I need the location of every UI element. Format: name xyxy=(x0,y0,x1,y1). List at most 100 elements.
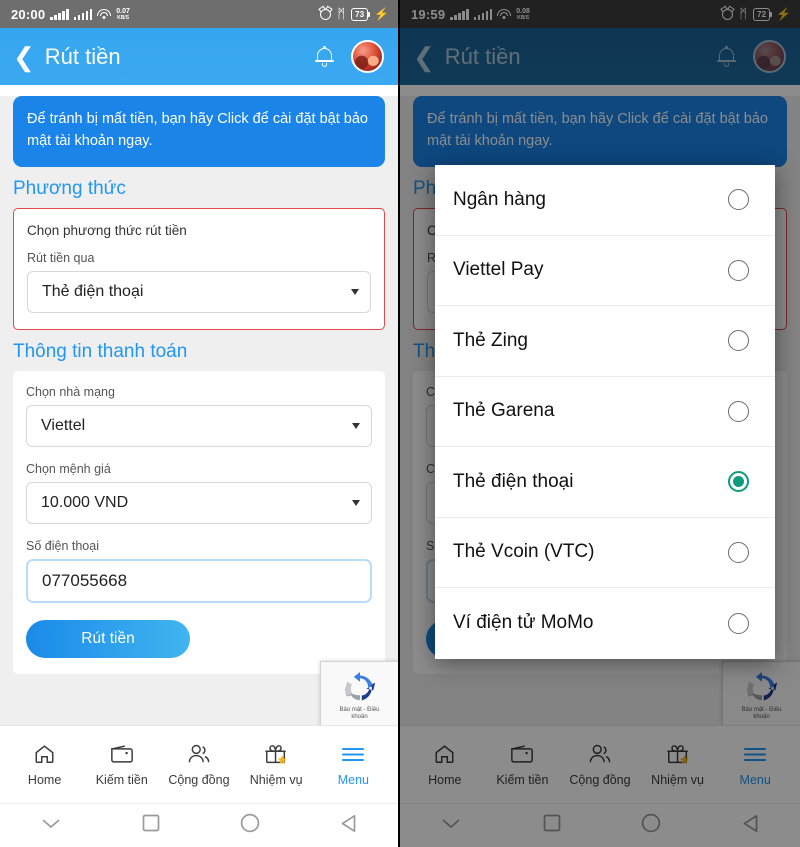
dropdown-option[interactable]: Thẻ Zing xyxy=(435,306,775,377)
screen-right: 19:59 0.08 KB/S ᛗ 72 ⚡ ❮ Rút tiền Để trá… xyxy=(400,0,800,847)
status-time: 19:59 xyxy=(411,6,446,22)
dropdown-option[interactable]: Thẻ điện thoại xyxy=(435,447,775,518)
network-speed: 0.07 KB/S xyxy=(116,8,130,21)
denomination-field: Chọn mệnh giá 10.000 VND xyxy=(26,462,372,524)
phone-field: Số điện thoại 077055668 xyxy=(26,539,372,603)
back-chevron-icon[interactable]: ❮ xyxy=(13,44,35,70)
withdraw-method-card: Chọn phương thức rút tiền Rút tiền qua T… xyxy=(13,207,385,330)
recaptcha-caption-line1: Bảo mật - Điều xyxy=(741,706,782,713)
dropdown-option[interactable]: Ví điện tử MoMo xyxy=(435,588,775,659)
carrier-field: Chọn nhà mạng Viettel xyxy=(26,385,372,447)
wallet-icon xyxy=(510,742,534,766)
nav-label-earn: Kiếm tiền xyxy=(95,773,148,787)
home-circle-icon[interactable] xyxy=(240,813,260,838)
security-notice-banner[interactable]: Để tránh bị mất tiền, bạn hãy Click để c… xyxy=(13,96,385,167)
page-title: Rút tiền xyxy=(44,43,121,69)
dropdown-option-label: Viettel Pay xyxy=(453,259,544,281)
nav-label-menu: Menu xyxy=(739,773,771,787)
nav-label-tasks: Nhiệm vụ xyxy=(651,773,704,787)
gift-icon xyxy=(264,742,288,766)
recents-square-icon[interactable] xyxy=(543,814,561,837)
status-bar-right: ᛗ 72 ⚡ xyxy=(722,7,791,21)
screenshot-root: 20:00 0.07 KB/S ᛗ 73 ⚡ ❮ Rút tiền Để trá… xyxy=(0,0,800,847)
community-icon xyxy=(588,742,612,766)
dropdown-option[interactable]: Viettel Pay xyxy=(435,236,775,306)
bottom-navigation: Home Kiếm tiền Cộng đồng Nhiệm vụ Menu xyxy=(400,725,800,803)
network-speed-unit: KB/S xyxy=(517,14,530,21)
recaptcha-badge[interactable]: Bảo mật - Điều khoản xyxy=(722,661,800,731)
nav-item-tasks[interactable]: Nhiệm vụ xyxy=(642,742,714,787)
recaptcha-caption: Bảo mật - Điều khoản xyxy=(741,707,781,721)
nav-item-tasks[interactable]: Nhiệm vụ xyxy=(240,742,312,787)
alarm-clock-icon xyxy=(320,8,332,20)
signal-bars-icon xyxy=(450,8,469,20)
radio-unselected-icon[interactable] xyxy=(728,259,749,281)
section-title-method: Phương thức xyxy=(13,177,126,199)
withdraw-submit-button[interactable]: Rút tiền xyxy=(26,619,190,658)
status-bar: 20:00 0.07 KB/S ᛗ 73 ⚡ xyxy=(0,0,398,28)
carrier-value: Viettel xyxy=(41,416,86,434)
signal-bars-icon xyxy=(50,8,69,20)
nav-item-earn[interactable]: Kiếm tiền xyxy=(86,742,158,787)
network-speed-value: 0.08 xyxy=(516,7,530,15)
app-bar: ❮ Rút tiền xyxy=(400,28,800,85)
status-bar-right: ᛗ 73 ⚡ xyxy=(320,6,389,22)
withdraw-method-select[interactable]: Thẻ điện thoại xyxy=(27,270,371,313)
chevron-down-icon[interactable] xyxy=(440,816,462,835)
wallet-icon xyxy=(110,742,134,766)
radio-unselected-icon[interactable] xyxy=(728,541,749,563)
phone-input[interactable]: 077055668 xyxy=(26,558,372,603)
bell-icon[interactable] xyxy=(315,46,334,67)
avatar[interactable] xyxy=(351,40,384,73)
page-title: Rút tiền xyxy=(444,43,521,69)
network-speed-value: 0.07 xyxy=(116,7,130,15)
alarm-clock-icon xyxy=(722,8,734,20)
withdraw-method-heading: Chọn phương thức rút tiền xyxy=(27,222,187,238)
nav-item-home[interactable]: Home xyxy=(9,742,81,787)
dropdown-option-label: Thẻ Vcoin (VTC) xyxy=(453,541,595,563)
dropdown-option-label: Thẻ Zing xyxy=(453,329,528,351)
nav-item-earn[interactable]: Kiếm tiền xyxy=(486,742,558,787)
nav-item-community[interactable]: Cộng đồng xyxy=(163,742,235,787)
dropdown-option[interactable]: Thẻ Garena xyxy=(435,377,775,447)
nav-label-community: Cộng đồng xyxy=(569,773,631,787)
status-time: 20:00 xyxy=(11,6,46,22)
withdraw-method-dropdown-modal[interactable]: Ngân hàng Viettel Pay Thẻ Zing Thẻ Garena Th… xyxy=(435,165,775,659)
community-icon xyxy=(187,742,211,766)
dropdown-option[interactable]: Ngân hàng xyxy=(435,165,775,236)
nav-item-home[interactable]: Home xyxy=(409,742,481,787)
bluetooth-icon: ᛗ xyxy=(337,6,346,22)
section-title-payment: Thông tin thanh toán xyxy=(13,340,188,362)
battery-indicator: 73 xyxy=(351,7,370,21)
nav-label-home: Home xyxy=(428,773,462,787)
radio-unselected-icon[interactable] xyxy=(728,612,749,634)
security-notice-banner[interactable]: Để tránh bị mất tiền, bạn hãy Click để c… xyxy=(413,96,787,167)
recaptcha-caption: Bảo mật - Điều khoản xyxy=(339,707,379,721)
bell-icon[interactable] xyxy=(717,46,736,67)
phone-label: Số điện thoại xyxy=(26,538,99,553)
recaptcha-badge[interactable]: Bảo mật - Điều khoản xyxy=(320,661,398,731)
nav-item-menu[interactable]: Menu xyxy=(317,742,389,787)
page-content: Để tránh bị mất tiền, bạn hãy Click để c… xyxy=(0,96,398,736)
android-navigation-bar xyxy=(0,803,398,847)
back-triangle-icon[interactable] xyxy=(742,814,760,838)
radio-unselected-icon[interactable] xyxy=(728,400,749,422)
avatar[interactable] xyxy=(753,40,786,73)
radio-unselected-icon[interactable] xyxy=(728,330,749,352)
recents-square-icon[interactable] xyxy=(142,814,160,837)
home-circle-icon[interactable] xyxy=(641,813,661,838)
denomination-select[interactable]: 10.000 VND xyxy=(26,481,372,524)
carrier-select[interactable]: Viettel xyxy=(26,404,372,447)
carrier-label: Chọn nhà mạng xyxy=(26,384,115,399)
dropdown-option[interactable]: Thẻ Vcoin (VTC) xyxy=(435,518,775,588)
back-chevron-icon[interactable]: ❮ xyxy=(413,44,435,70)
nav-item-community[interactable]: Cộng đồng xyxy=(564,742,636,787)
chevron-down-icon[interactable] xyxy=(40,816,62,835)
back-triangle-icon[interactable] xyxy=(340,814,358,838)
radio-unselected-icon[interactable] xyxy=(728,189,749,211)
dropdown-option-label: Thẻ điện thoại xyxy=(453,470,574,492)
radio-selected-icon[interactable] xyxy=(728,471,749,493)
home-icon xyxy=(33,742,56,766)
nav-item-menu[interactable]: Menu xyxy=(719,742,791,787)
nav-label-community: Cộng đồng xyxy=(168,773,230,787)
